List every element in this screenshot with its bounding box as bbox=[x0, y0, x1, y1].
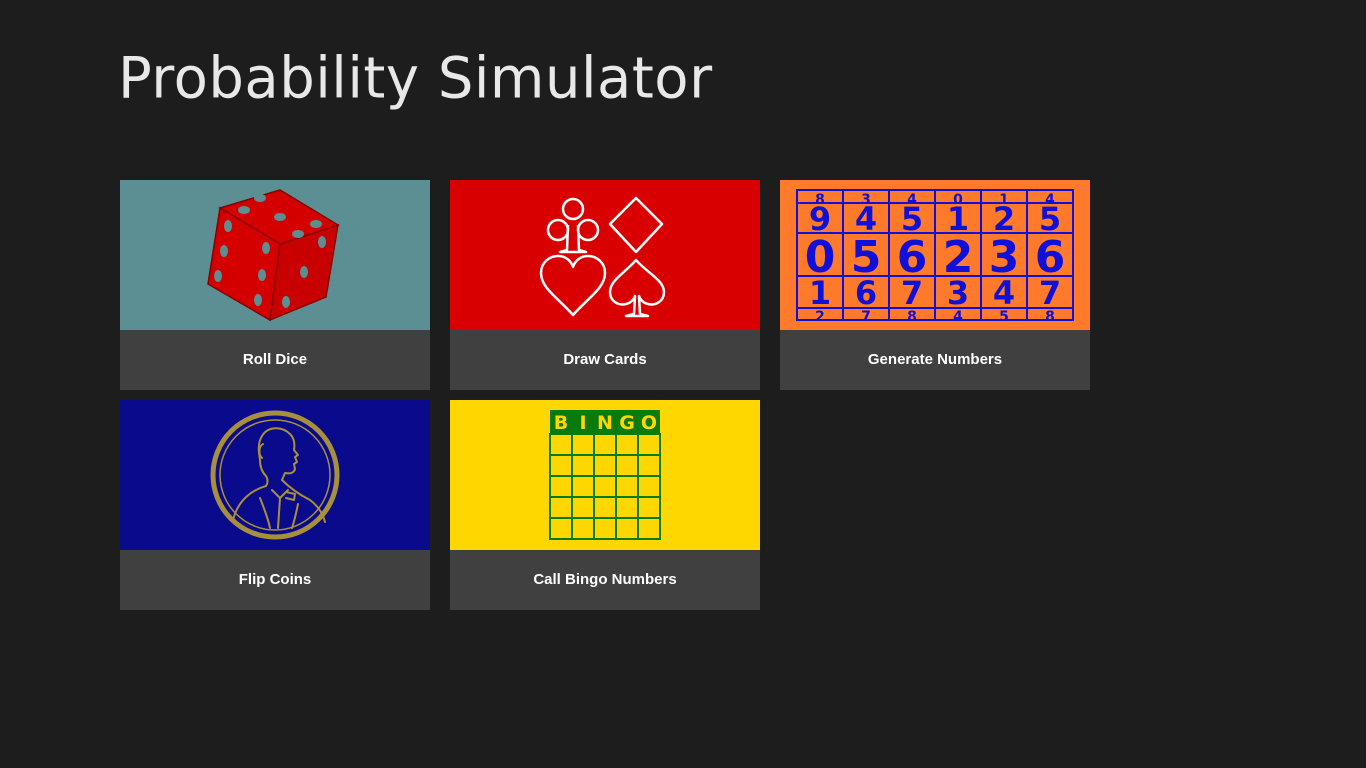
number-digit: 7 bbox=[901, 274, 923, 312]
dice-icon bbox=[120, 180, 430, 330]
bingo-letter: B bbox=[554, 412, 568, 434]
flip-coins-tile[interactable]: Flip Coins bbox=[120, 400, 430, 610]
generate-numbers-tile-image: 834014945125056236167347278458 bbox=[780, 180, 1090, 330]
number-digit: 1 bbox=[809, 274, 831, 312]
number-digit: 7 bbox=[861, 309, 871, 325]
number-digit: 3 bbox=[947, 274, 969, 312]
generate-numbers-tile[interactable]: 834014945125056236167347278458 Generate … bbox=[780, 180, 1090, 390]
bingo-letter: N bbox=[597, 412, 613, 434]
start-page: Probability Simulator Roll Dice Draw Car… bbox=[0, 0, 1366, 768]
draw-cards-tile[interactable]: Draw Cards bbox=[450, 180, 760, 390]
bingo-letter: I bbox=[579, 412, 586, 434]
number-digit: 7 bbox=[1039, 274, 1061, 312]
roll-dice-label: Roll Dice bbox=[120, 330, 430, 390]
number-digit: 5 bbox=[999, 309, 1009, 325]
number-digit: 2 bbox=[815, 309, 825, 325]
number-digit: 6 bbox=[855, 274, 877, 312]
number-digit: 8 bbox=[1045, 309, 1055, 325]
draw-cards-label: Draw Cards bbox=[450, 330, 760, 390]
flip-coins-label: Flip Coins bbox=[120, 550, 430, 610]
coin-icon bbox=[120, 400, 430, 550]
bingo-tile-image: BINGO bbox=[450, 400, 760, 550]
bingo-letter: G bbox=[619, 412, 635, 434]
bingo-tile[interactable]: BINGO Call Bingo Numbers bbox=[450, 400, 760, 610]
bingo-label: Call Bingo Numbers bbox=[450, 550, 760, 610]
draw-cards-tile-image bbox=[450, 180, 760, 330]
flip-coins-tile-image bbox=[120, 400, 430, 550]
roll-dice-tile-image bbox=[120, 180, 430, 330]
number-grid-icon: 8 3 4 0 1 49 4 5 1 2 50 5 6 2 3 61 6 7 3 4 72 7 8 4 5 8 bbox=[780, 180, 1090, 330]
bingo-card-icon: BINGO bbox=[450, 400, 760, 550]
card-suits-icon bbox=[450, 180, 760, 330]
page-title: Probability Simulator bbox=[118, 45, 713, 112]
generate-numbers-label: Generate Numbers bbox=[780, 330, 1090, 390]
bingo-letter: O bbox=[641, 412, 657, 434]
number-digit: 4 bbox=[993, 274, 1015, 312]
roll-dice-tile[interactable]: Roll Dice bbox=[120, 180, 430, 390]
number-digit: 8 bbox=[907, 309, 917, 325]
number-digit: 4 bbox=[953, 309, 963, 325]
